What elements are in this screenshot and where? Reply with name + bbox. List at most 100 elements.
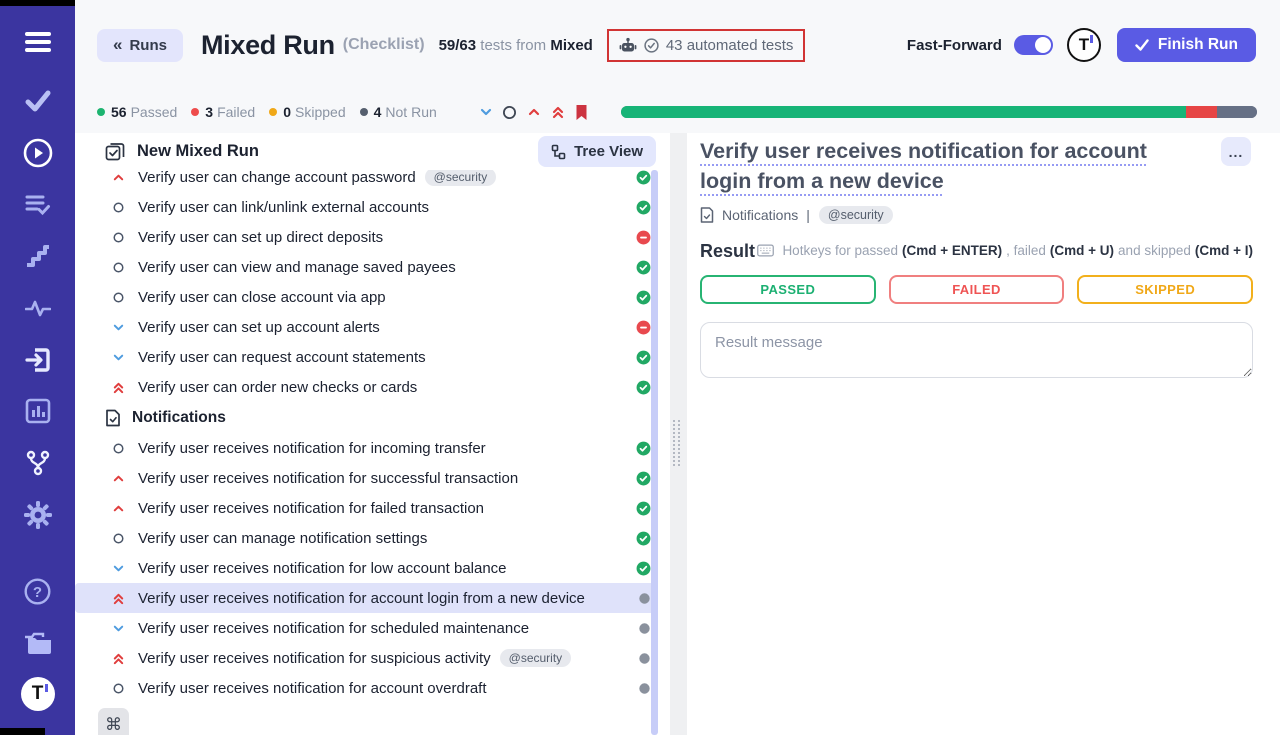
hotkey-passed: (Cmd + ENTER) (902, 243, 1002, 258)
run-progress-bar (621, 106, 1257, 118)
double-chevron-up-filter-icon[interactable] (547, 102, 569, 122)
status-notrun-icon (638, 622, 651, 635)
status-passed-icon (636, 290, 651, 305)
tests-check-icon[interactable] (0, 84, 75, 118)
test-title: Verify user receives notification for sc… (138, 620, 529, 637)
settings-gear-icon[interactable] (0, 498, 75, 532)
chevron-up-filter-icon[interactable] (523, 102, 545, 122)
milestones-steps-icon[interactable] (0, 239, 75, 273)
account-logo-button[interactable]: T (1067, 28, 1101, 62)
hotkeys-command-button[interactable]: ⌘ (98, 708, 129, 735)
test-title: Verify user receives notification for in… (138, 440, 486, 457)
hotkey-failed: (Cmd + U) (1050, 243, 1114, 258)
test-tag: @security (425, 170, 497, 186)
toggle-knob (1035, 37, 1051, 53)
test-plans-list-icon[interactable] (0, 188, 75, 222)
test-title: Verify user can view and manage saved pa… (138, 259, 456, 276)
finish-run-button[interactable]: Finish Run (1117, 28, 1256, 62)
back-to-runs-button[interactable]: « Runs (97, 29, 183, 62)
test-title: Verify user can close account via app (138, 289, 386, 306)
result-section-label: Result (700, 241, 755, 262)
analytics-pulse-icon[interactable] (0, 291, 75, 325)
test-row[interactable]: Verify user can order new checks or card… (75, 372, 658, 402)
double-chevron-left-icon: « (113, 35, 122, 55)
test-row[interactable]: Verify user receives notification for sc… (75, 613, 658, 643)
test-row[interactable]: Verify user can set up account alerts (75, 312, 658, 342)
status-passed-icon (636, 441, 651, 456)
list-scrollbar[interactable] (651, 170, 658, 735)
top-header-bar: « Runs Mixed Run (Checklist) 59/63 tests… (75, 0, 1280, 133)
svg-text:?: ? (33, 584, 42, 601)
runs-play-icon[interactable] (0, 136, 75, 170)
priority-normal-icon (111, 442, 125, 455)
progress-segment-passed (621, 106, 1187, 118)
status-passed-icon (636, 471, 651, 486)
reports-chart-icon[interactable] (0, 394, 75, 428)
notrun-counter: 4Not Run (360, 104, 437, 120)
fast-forward-toggle[interactable] (1014, 35, 1053, 55)
test-row[interactable]: Verify user can close account via app (75, 282, 658, 312)
import-box-icon[interactable] (0, 343, 75, 377)
help-question-icon[interactable]: ? (0, 574, 75, 608)
test-row[interactable]: Verify user receives notification for fa… (75, 493, 658, 523)
priority-higher-icon (111, 651, 125, 666)
test-title: Verify user can manage notification sett… (138, 530, 427, 547)
result-buttons-row: PASSED FAILED SKIPPED (700, 275, 1253, 304)
chevron-down-filter-icon[interactable] (475, 102, 497, 122)
test-row[interactable]: Verify user can request account statemen… (75, 342, 658, 372)
test-list: Verify user can change account password@… (75, 170, 658, 735)
test-detail-panel: Verify user receives notification for ac… (690, 133, 1280, 735)
hamburger-menu-icon[interactable] (0, 25, 75, 59)
status-passed-icon (636, 561, 651, 576)
automated-tests-label: 43 automated tests (666, 37, 794, 54)
skipped-dot (269, 108, 277, 116)
section-row[interactable]: Notifications (75, 402, 658, 433)
test-detail-meta: Notifications | @security (700, 206, 893, 224)
test-title: Verify user can set up account alerts (138, 319, 380, 336)
passed-button[interactable]: PASSED (700, 275, 876, 304)
bookmark-filter-icon[interactable] (571, 102, 593, 122)
tree-view-button[interactable]: Tree View (538, 136, 656, 167)
detail-tag-security: @security (819, 206, 893, 224)
finish-run-label: Finish Run (1158, 36, 1238, 54)
test-row[interactable]: Verify user can view and manage saved pa… (75, 252, 658, 282)
tests-count-text: 59/63 tests from Mixed (439, 37, 593, 54)
more-actions-button[interactable]: ... (1221, 137, 1251, 166)
projects-folder-icon[interactable] (0, 626, 75, 660)
suite-breadcrumb[interactable]: Notifications (722, 207, 798, 223)
status-passed-icon (636, 501, 651, 516)
test-row[interactable]: Verify user can change account password@… (75, 170, 658, 192)
test-row[interactable]: Verify user receives notification for ac… (75, 583, 658, 613)
status-passed-icon (636, 200, 651, 215)
test-title: Verify user can order new checks or card… (138, 379, 417, 396)
test-title: Verify user receives notification for su… (138, 650, 491, 667)
run-name: New Mixed Run (137, 142, 259, 161)
test-row[interactable]: Verify user can manage notification sett… (75, 523, 658, 553)
skipped-button[interactable]: SKIPPED (1077, 275, 1253, 304)
result-message-input[interactable] (700, 322, 1253, 378)
pane-resize-handle[interactable] (666, 133, 690, 735)
tree-view-label: Tree View (574, 143, 643, 160)
failed-button[interactable]: FAILED (889, 275, 1065, 304)
window-edge-top (0, 0, 75, 6)
stats-row: 56Passed 3Failed 0Skipped 4Not Run (97, 100, 1257, 124)
branches-git-icon[interactable] (0, 446, 75, 480)
section-title: Notifications (132, 409, 226, 427)
hotkeys-hint: Hotkeys for passed (Cmd + ENTER) , faile… (757, 243, 1253, 258)
circle-filter-icon[interactable] (499, 102, 521, 122)
automated-tests-badge[interactable]: 43 automated tests (607, 29, 806, 62)
status-passed-icon (636, 170, 651, 185)
test-row[interactable]: Verify user receives notification for su… (75, 463, 658, 493)
tests-source-name: Mixed (550, 37, 593, 54)
test-row[interactable]: Verify user receives notification for su… (75, 643, 658, 673)
test-row[interactable]: Verify user can link/unlink external acc… (75, 192, 658, 222)
test-row[interactable]: Verify user can set up direct deposits (75, 222, 658, 252)
passed-dot (97, 108, 105, 116)
testomat-logo[interactable]: T (0, 677, 75, 711)
header-right-group: Fast-Forward T Finish Run (907, 28, 1256, 62)
test-row[interactable]: Verify user receives notification for ac… (75, 673, 658, 703)
back-button-label: Runs (129, 37, 167, 54)
test-row[interactable]: Verify user receives notification for lo… (75, 553, 658, 583)
check-icon (1135, 39, 1149, 51)
test-row[interactable]: Verify user receives notification for in… (75, 433, 658, 463)
